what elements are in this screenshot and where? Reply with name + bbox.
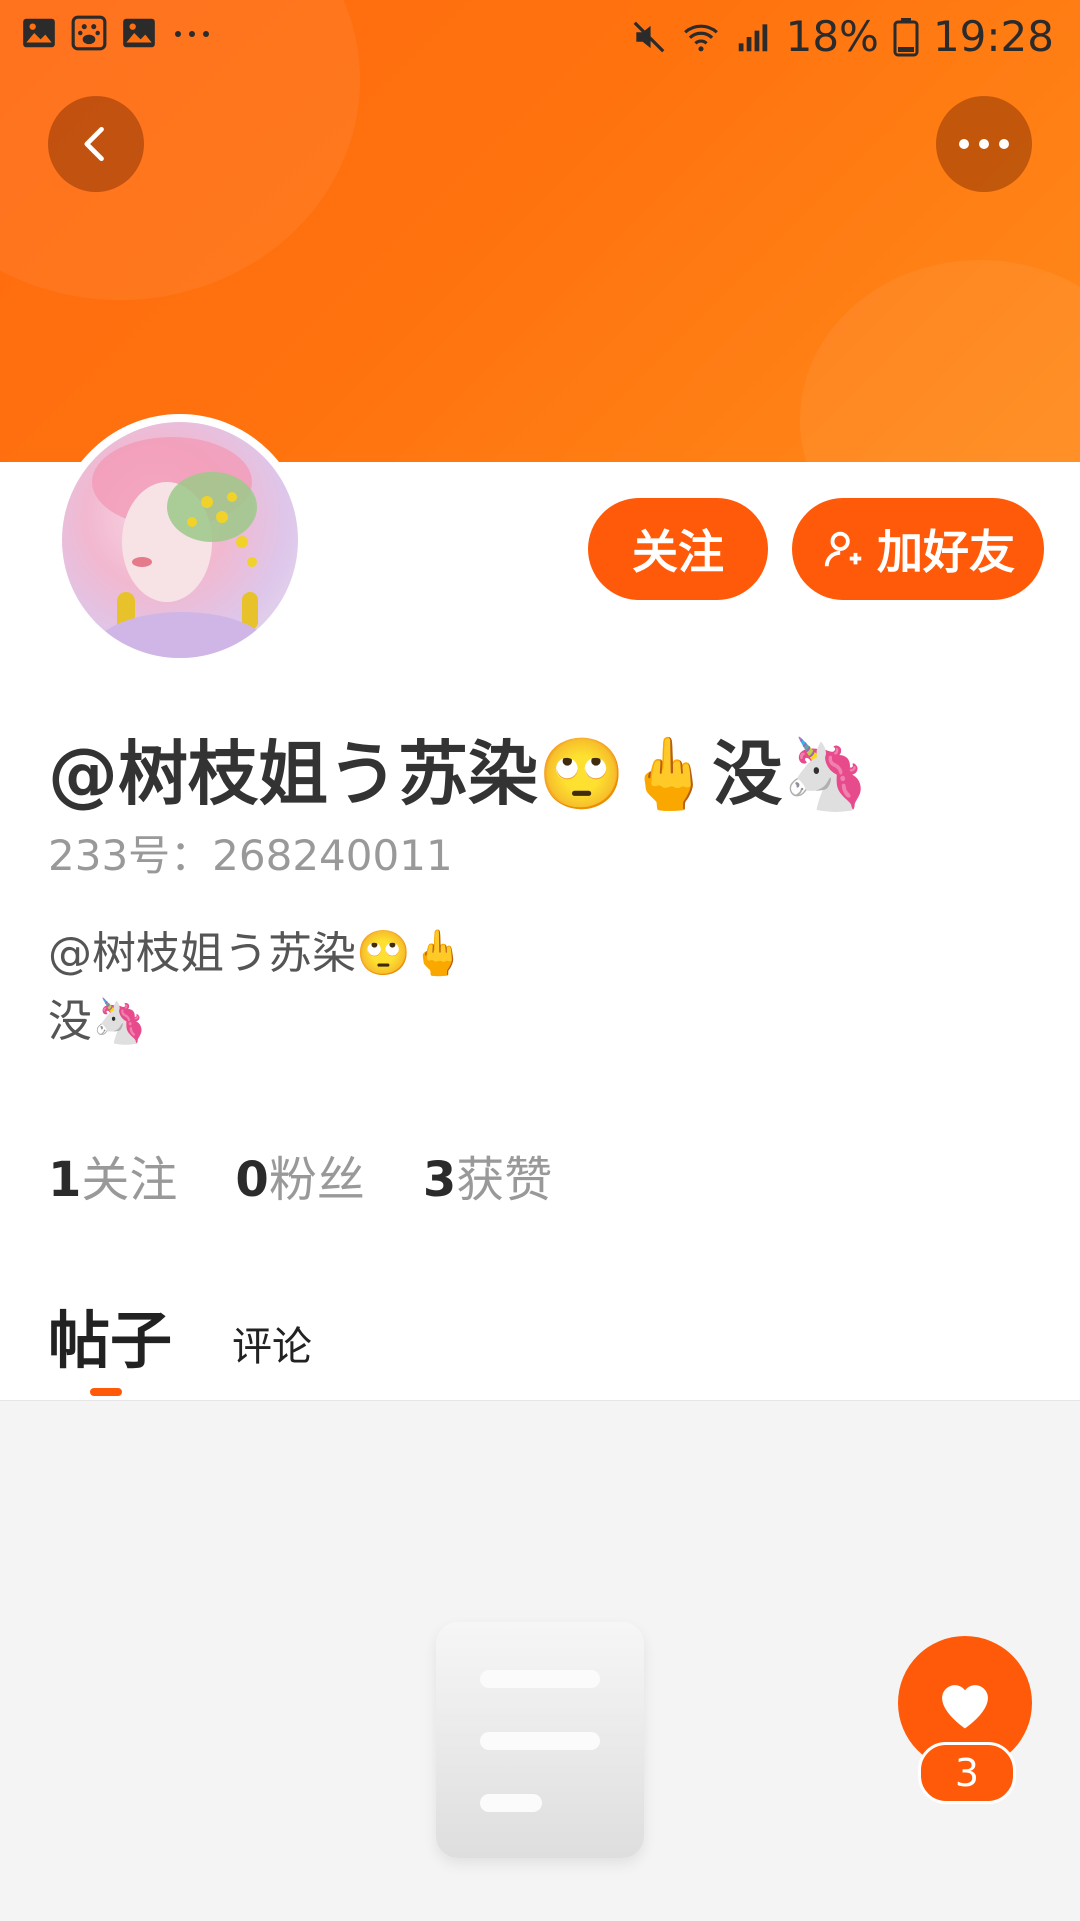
more-horizontal-icon	[959, 139, 1009, 149]
bio-line: @树枝姐う苏染🙄🖕	[48, 928, 466, 979]
wifi-icon	[683, 24, 718, 51]
more-options-button[interactable]	[936, 96, 1032, 192]
profile-tabs: 帖子 评论	[48, 1290, 312, 1380]
profile-uid: 233号：268240011	[48, 831, 453, 880]
active-tab-indicator	[90, 1388, 122, 1396]
profile-stats: 1关注 0粉丝 3获赞	[48, 1140, 552, 1210]
image-icon	[23, 18, 55, 48]
empty-document-icon	[436, 1622, 644, 1858]
avatar[interactable]	[54, 414, 306, 666]
status-bar: 18% 19:28	[0, 0, 1080, 72]
stat-following[interactable]: 1关注	[48, 1140, 177, 1210]
profile-bio: @树枝姐う苏染🙄🖕 没🦄	[48, 920, 466, 1056]
profile-name: @树枝姐う苏染🙄🖕没🦄	[48, 733, 870, 815]
battery-percent: 18%	[785, 12, 879, 61]
stat-number: 0	[235, 1152, 269, 1208]
stat-label: 关注	[81, 1152, 178, 1208]
add-friend-label: 加好友	[877, 525, 1015, 579]
stat-fans[interactable]: 0粉丝	[235, 1140, 364, 1210]
bio-line: 没🦄	[48, 996, 147, 1047]
stat-label: 获赞	[456, 1152, 553, 1208]
mute-icon	[633, 21, 664, 52]
add-friend-button[interactable]: 加好友	[792, 498, 1044, 600]
tab-comments[interactable]: 评论	[232, 1314, 312, 1380]
like-count-badge: 3	[918, 1742, 1016, 1804]
signal-icon	[738, 23, 767, 51]
doc-line	[480, 1670, 600, 1688]
stat-number: 3	[422, 1152, 457, 1208]
stat-number: 1	[48, 1152, 82, 1208]
doc-line	[480, 1794, 542, 1812]
image-icon	[123, 18, 155, 48]
stat-label: 粉丝	[268, 1152, 365, 1208]
chevron-left-icon	[84, 126, 104, 162]
heart-icon	[942, 1685, 988, 1729]
more-notifications-icon	[175, 31, 209, 37]
follow-label: 关注	[632, 525, 724, 579]
tab-posts[interactable]: 帖子	[48, 1290, 172, 1380]
baidu-icon	[71, 15, 107, 51]
add-user-icon	[824, 531, 862, 567]
avatar-image	[62, 422, 298, 658]
battery-icon	[893, 17, 919, 56]
doc-line	[480, 1732, 600, 1750]
stat-likes[interactable]: 3获赞	[423, 1140, 552, 1210]
back-button[interactable]	[48, 96, 144, 192]
follow-button[interactable]: 关注	[588, 498, 768, 600]
clock: 19:28	[932, 12, 1054, 61]
